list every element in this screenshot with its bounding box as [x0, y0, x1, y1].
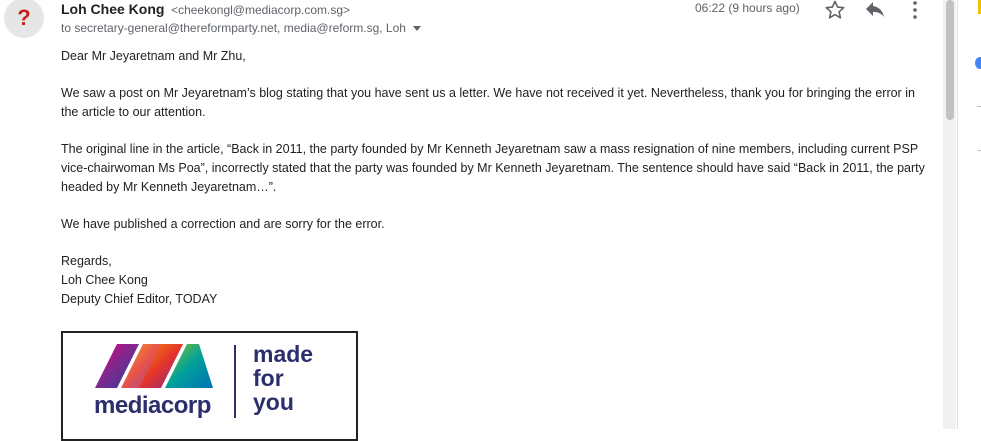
paragraph-3: We have published a correction and are s…: [61, 217, 385, 231]
message-timestamp: 06:22 (9 hours ago): [695, 1, 800, 15]
greeting: Dear Mr Jeyaretnam and Mr Zhu,: [61, 49, 246, 63]
recipients-caret-icon[interactable]: [412, 26, 421, 32]
more-options-button[interactable]: [903, 0, 927, 22]
star-button[interactable]: [823, 0, 847, 22]
sender-name[interactable]: Loh Chee Kong: [61, 1, 164, 17]
avatar-glyph: ?: [17, 5, 31, 30]
signature-title: Deputy Chief Editor, TODAY: [61, 292, 218, 306]
more-vert-icon: [913, 1, 917, 19]
message-body: Dear Mr Jeyaretnam and Mr Zhu, We saw a …: [61, 47, 931, 309]
scrollbar-thumb[interactable]: [946, 0, 954, 120]
sender-avatar[interactable]: ?: [4, 0, 44, 38]
signature-name: Loh Chee Kong: [61, 273, 148, 287]
rail-divider: [977, 106, 981, 107]
recipients-row[interactable]: to secretary-general@thereformparty.net,…: [61, 21, 421, 35]
signature-block: Regards, Loh Chee Kong Deputy Chief Edit…: [61, 252, 931, 309]
reply-button[interactable]: [863, 0, 887, 22]
tasks-app-icon[interactable]: [975, 57, 981, 69]
recipients-text: to secretary-general@thereformparty.net,…: [61, 21, 406, 35]
logo-slogan: made for you: [253, 342, 313, 414]
message-header: Loh Chee Kong <cheekongl@mediacorp.com.s…: [61, 0, 941, 40]
slogan-line-2: for: [253, 365, 284, 391]
reply-icon: [866, 2, 884, 17]
paragraph-2: The original line in the article, “Back …: [61, 142, 925, 194]
sender-row: Loh Chee Kong <cheekongl@mediacorp.com.s…: [61, 1, 350, 17]
mediacorp-logo-banner: mediacorp made for you: [61, 331, 358, 441]
logo-divider: [234, 345, 236, 418]
sender-email[interactable]: <cheekongl@mediacorp.com.sg>: [171, 3, 350, 17]
slogan-line-3: you: [253, 389, 294, 415]
star-outline-icon: [825, 0, 845, 19]
logo-wordmark: mediacorp: [94, 392, 211, 419]
paragraph-1: We saw a post on Mr Jeyaretnam’s blog st…: [61, 86, 915, 119]
mediacorp-m-logo-icon: [95, 344, 213, 388]
sign-off: Regards,: [61, 254, 112, 268]
slogan-line-1: made: [253, 341, 314, 367]
